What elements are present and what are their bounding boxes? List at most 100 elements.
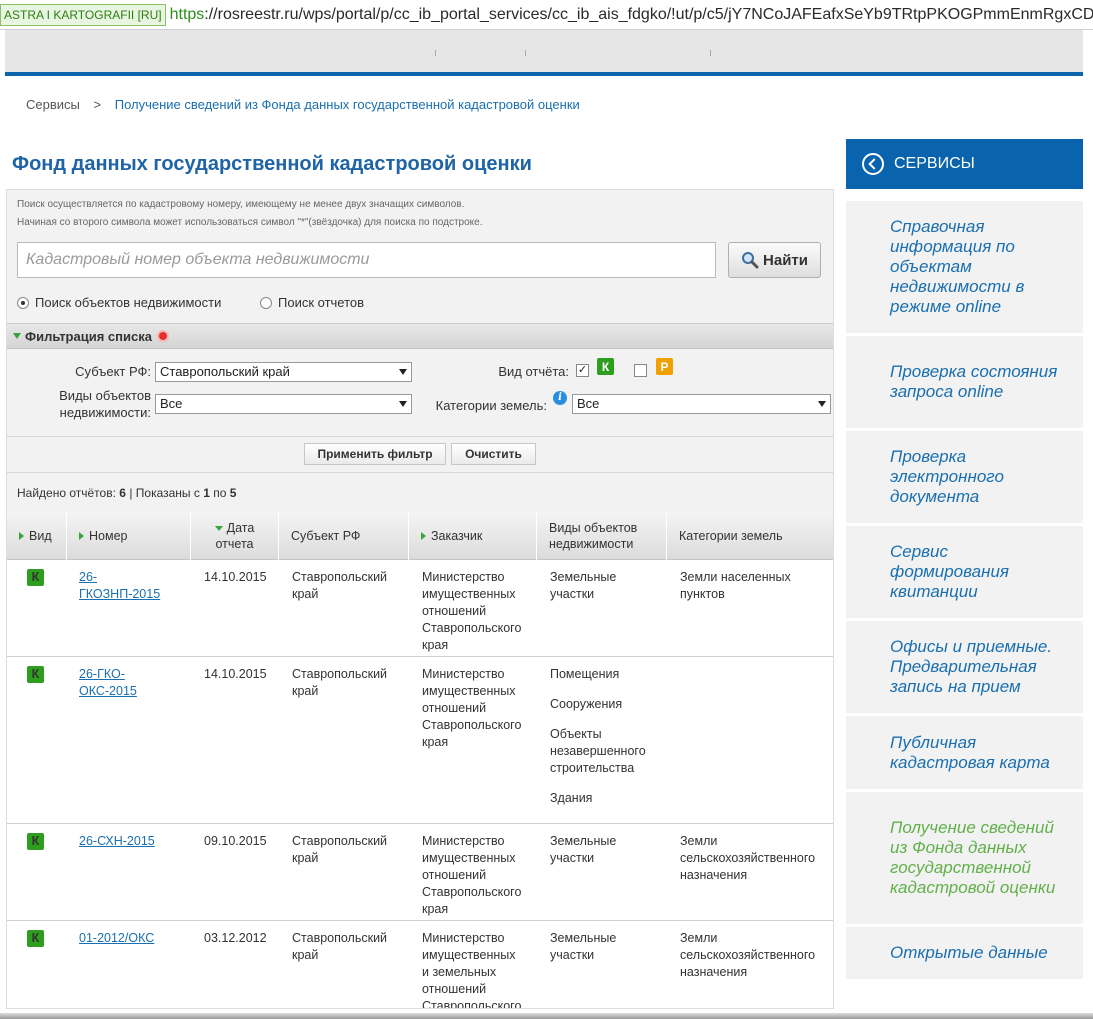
services-item[interactable]: Получение сведений из Фонда данных госуд… [846, 792, 1083, 924]
services-item[interactable]: Публичная кадастровая карта [846, 716, 1083, 789]
certificate-badge[interactable]: ASTRA I KARTOGRAFII [RU] [0, 3, 166, 26]
services-item[interactable]: Проверка электронного документа [846, 431, 1083, 523]
breadcrumb-separator: > [93, 97, 102, 112]
customer-cell: Министерство имущественных отношений Ставро… [422, 834, 522, 916]
report-date-cell: 14.10.2015 [204, 667, 267, 681]
column-date-label: Дата отчета [214, 520, 254, 552]
report-kind-badge: К [27, 930, 44, 947]
object-types-label: Виды объектов недвижимости: [27, 387, 151, 421]
magnifier-icon [741, 251, 759, 269]
apply-filter-button[interactable]: Применить фильтр [304, 443, 446, 465]
shown-label: | Показаны с [129, 486, 200, 500]
report-number-cell: 26- ГКОЗНП-2015 [79, 569, 160, 603]
results-table-header: Вид Номер Дата отчета Субъект РФ Заказчи… [7, 512, 833, 560]
report-k-badge: К [597, 358, 614, 375]
report-k-checkbox[interactable]: ✓ [576, 364, 589, 377]
column-customer-label: Заказчик [431, 529, 483, 543]
found-label: Найдено отчётов: [17, 486, 116, 500]
object-type-item: Помещения [550, 667, 620, 681]
url-rest: ://rosreestr.ru/wps/portal/p/cc_ib_porta… [204, 5, 1093, 23]
report-number-link[interactable]: 26- ГКОЗНП-2015 [79, 570, 160, 601]
radio-search-objects[interactable]: Поиск объектов недвижимости [17, 295, 221, 310]
report-date-cell: 14.10.2015 [204, 570, 267, 584]
cadastral-number-input[interactable]: Кадастровый номер объекта недвижимости [17, 242, 716, 278]
table-row[interactable]: К 01-2012/ОКС 03.12.2012 Ставропольский край… [7, 921, 833, 1009]
object-types-cell: Земельные участки [550, 570, 617, 601]
breadcrumb: Сервисы > Получение сведений из Фонда да… [26, 97, 580, 112]
find-button[interactable]: Найти [728, 242, 821, 278]
site-header-strip [5, 30, 1083, 76]
report-number-link[interactable]: 01-2012/ОКС [79, 931, 154, 945]
report-date-cell: 09.10.2015 [204, 834, 267, 848]
subject-cell: Ставропольский край [292, 834, 388, 865]
results-table-body: К 26- ГКОЗНП-2015 14.10.2015 Ставропольский к… [7, 560, 833, 1009]
report-number-link[interactable]: 26-ГКО- ОКС-2015 [79, 667, 137, 698]
object-type-item: Сооружения [550, 697, 623, 711]
services-item[interactable]: Проверка состояния запроса online [846, 336, 1083, 428]
report-kind-badge: К [27, 666, 44, 683]
column-objects: Виды объектов недвижимости [537, 512, 667, 560]
services-item[interactable]: Сервис формирования квитанции [846, 526, 1083, 618]
object-type-item: Здания [550, 791, 593, 805]
report-number-link[interactable]: 26-СХН-2015 [79, 834, 155, 848]
object-types-cell: Помещения Сооружения Объекты незавершенного… [550, 666, 646, 807]
page-title: Фонд данных государственной кадастровой … [12, 153, 532, 175]
radio-dot[interactable] [260, 296, 272, 309]
table-row[interactable]: К 26-ГКО- ОКС-2015 14.10.2015 Ставропольский… [7, 657, 833, 824]
search-hint-2: Начиная со второго символа может использ… [17, 217, 483, 228]
services-item[interactable]: Офисы и приемные. Предварительная запись… [846, 621, 1083, 713]
breadcrumb-current[interactable]: Получение сведений из Фонда данных госуд… [115, 97, 580, 112]
menu-divider [710, 50, 711, 56]
breadcrumb-root[interactable]: Сервисы [26, 97, 80, 112]
report-number-cell: 26-ГКО- ОКС-2015 [79, 666, 137, 700]
radio-dot-selected[interactable] [17, 296, 29, 309]
sort-desc-icon [214, 525, 223, 531]
divider [7, 436, 833, 437]
customer-cell: Министерство имущественных и земельных отно… [422, 931, 522, 1009]
expand-arrow-icon [13, 333, 21, 339]
land-categories-select[interactable]: Все [572, 394, 831, 414]
shown-to-label: по [213, 486, 227, 500]
table-row[interactable]: К 26- ГКОЗНП-2015 14.10.2015 Ставропольский к… [7, 560, 833, 657]
column-land-label: Категории земель [679, 529, 783, 543]
subject-cell: Ставропольский край [292, 667, 388, 698]
object-types-value: Все [160, 396, 183, 411]
clear-filter-button[interactable]: Очистить [451, 443, 536, 465]
found-count: 6 [119, 486, 126, 500]
browser-address-bar[interactable]: ASTRA I KARTOGRAFII [RU] https://rosrees… [0, 0, 1093, 30]
services-title: СЕРВИСЫ [894, 155, 975, 172]
column-customer[interactable]: Заказчик [409, 512, 537, 560]
column-date-line2: отчета [215, 537, 254, 551]
back-arrow-icon[interactable] [862, 153, 884, 175]
subject-select-value: Ставропольский край [160, 364, 290, 379]
land-category-cell: Земли сельскохозяйственного назначения [680, 931, 816, 979]
column-kind[interactable]: Вид [7, 512, 67, 560]
find-button-label: Найти [763, 251, 808, 269]
services-header[interactable]: СЕРВИСЫ [846, 139, 1083, 189]
info-icon[interactable]: i [553, 391, 567, 405]
object-types-label-line1: Виды объектов [59, 388, 151, 403]
services-item[interactable]: Справочная информация по объектам недвиж… [846, 201, 1083, 333]
column-date[interactable]: Дата отчета [191, 512, 279, 560]
object-types-select[interactable]: Все [155, 394, 412, 414]
search-panel: Поиск осуществляется по кадастровому ном… [6, 189, 834, 1009]
table-row[interactable]: К 26-СХН-2015 09.10.2015 Ставропольский край… [7, 824, 833, 921]
radio-reports-label: Поиск отчетов [278, 295, 365, 310]
filter-toggle[interactable]: Фильтрация списка [7, 323, 833, 349]
column-objects-line2: недвижимости [549, 537, 634, 551]
radio-search-reports[interactable]: Поиск отчетов [260, 295, 364, 310]
column-number[interactable]: Номер [67, 512, 191, 560]
sort-arrow-icon [421, 532, 426, 540]
sort-arrow-icon [19, 532, 24, 540]
report-p-badge: Р [656, 358, 673, 375]
services-item[interactable]: Открытые данные [846, 927, 1083, 979]
report-p-checkbox[interactable] [634, 364, 647, 377]
report-kind-badge: К [27, 833, 44, 850]
subject-select[interactable]: Ставропольский край [155, 362, 412, 382]
url-text[interactable]: https://rosreestr.ru/wps/portal/p/cc_ib_… [170, 6, 1093, 24]
menu-divider [525, 50, 526, 56]
search-hint-1: Поиск осуществляется по кадастровому ном… [17, 199, 465, 210]
subject-label: Субъект РФ: [75, 364, 151, 379]
object-types-cell: Земельные участки [550, 834, 617, 865]
menu-divider [435, 50, 436, 56]
